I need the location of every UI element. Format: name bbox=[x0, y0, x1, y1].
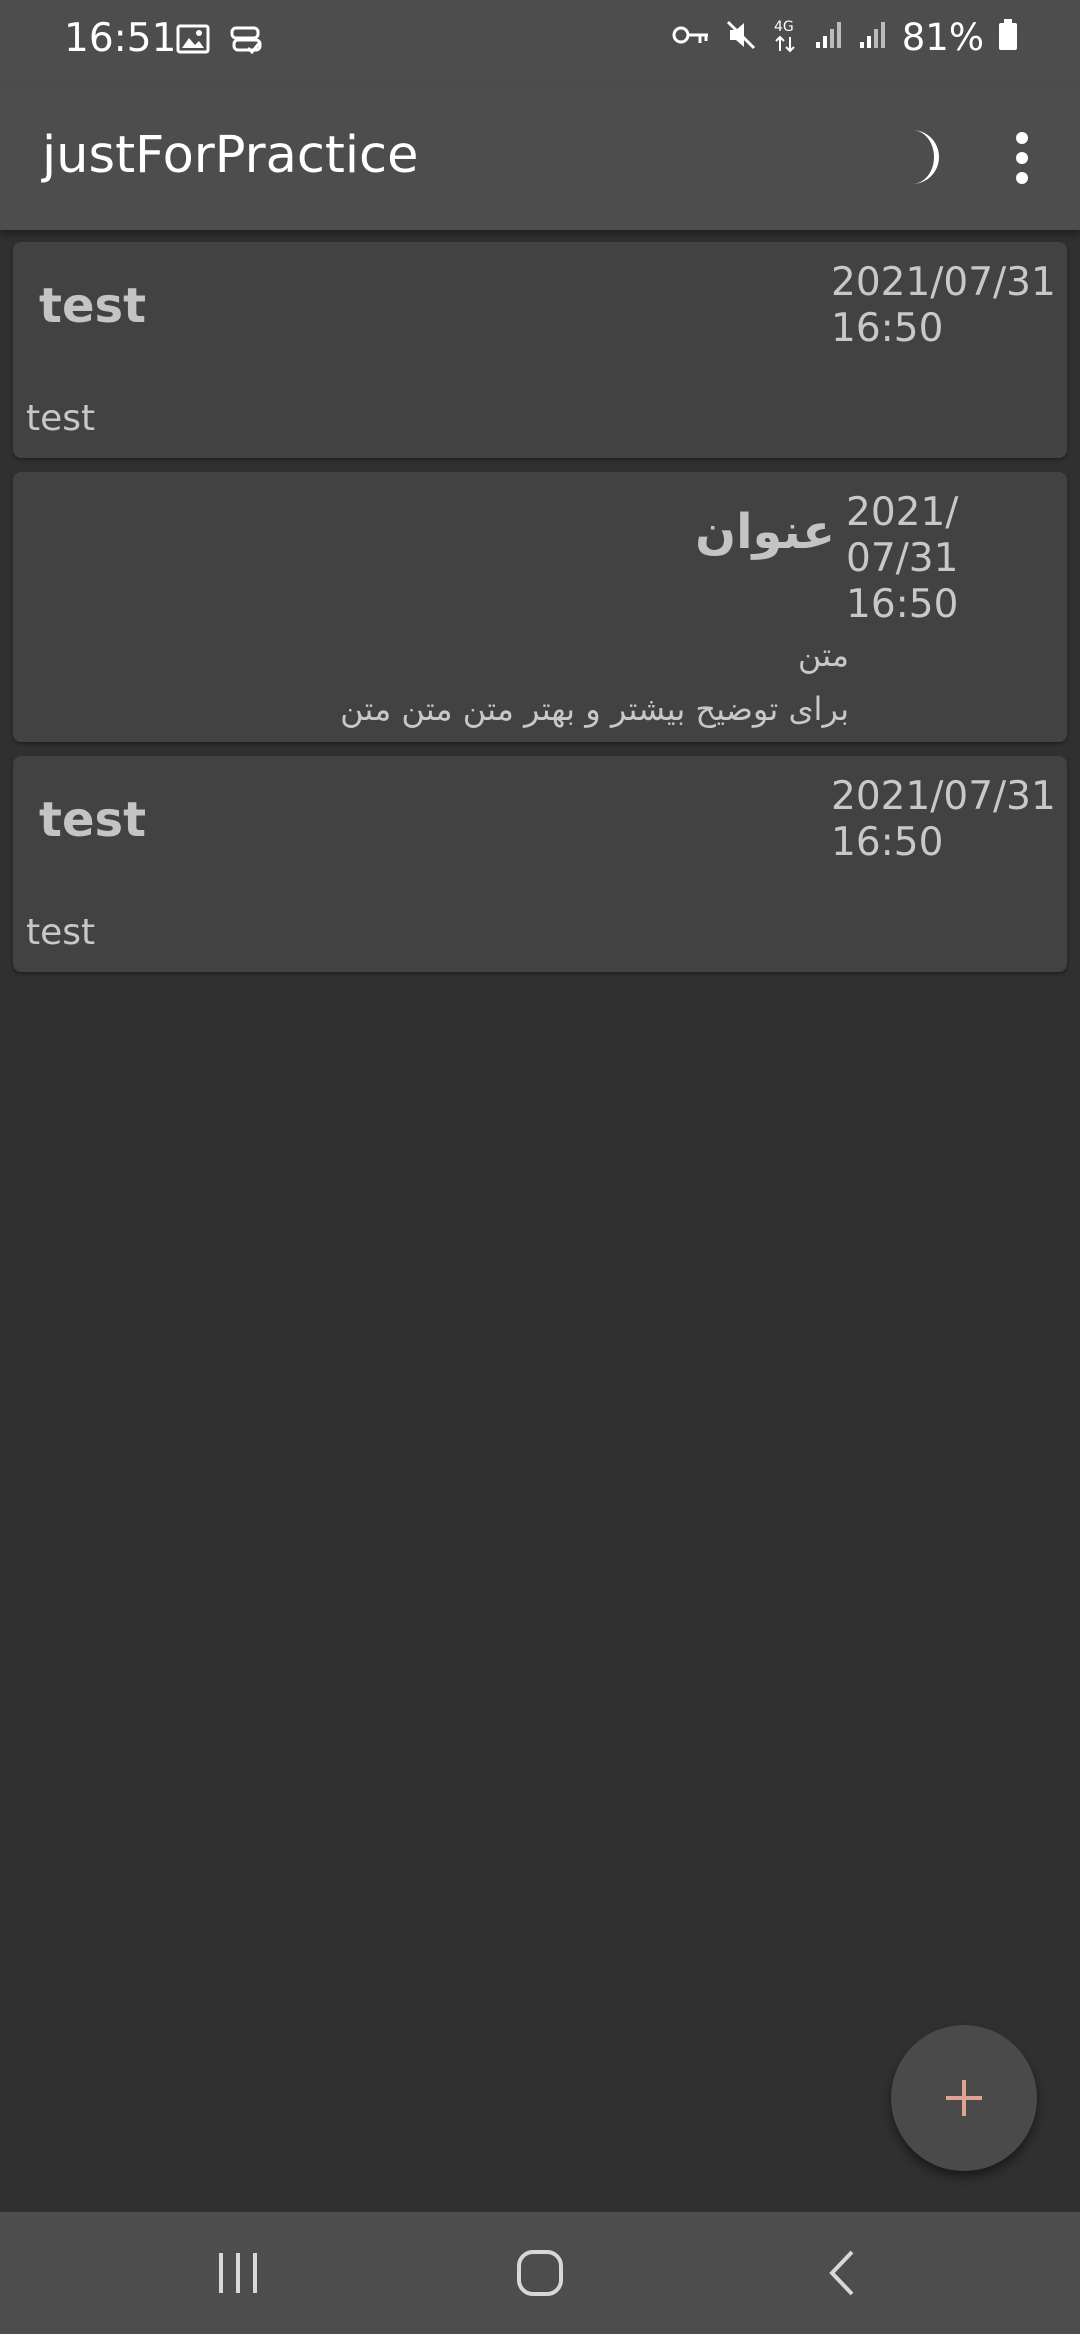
note-date: 2021/07/31 16:50 bbox=[831, 260, 1056, 351]
moon-icon bbox=[912, 130, 939, 184]
key-icon bbox=[672, 23, 710, 52]
note-card[interactable]: عنوان 2021/ 07/31 16:50 متن برای توضیح ب… bbox=[13, 472, 1067, 742]
note-title: test bbox=[39, 278, 147, 334]
home-icon bbox=[517, 2250, 563, 2296]
network-4g-icon: 4G bbox=[772, 17, 800, 58]
note-body-line: برای توضیح بیشتر و بهتر متن متن متن bbox=[340, 690, 849, 728]
note-body: test bbox=[26, 912, 96, 953]
back-button[interactable] bbox=[802, 2242, 882, 2304]
network-label: 4G bbox=[774, 19, 794, 35]
back-icon bbox=[829, 2250, 854, 2296]
battery-percentage: 81% bbox=[901, 16, 984, 59]
note-title: test bbox=[39, 792, 147, 848]
image-icon bbox=[176, 24, 210, 59]
plus-icon bbox=[946, 2080, 982, 2116]
note-body-line: متن bbox=[797, 636, 849, 674]
note-body: test bbox=[26, 398, 96, 439]
status-left-icons bbox=[176, 24, 264, 59]
status-bar: 16:51 4G 81% bbox=[0, 0, 1080, 84]
more-vert-icon bbox=[1016, 132, 1028, 184]
note-title: عنوان bbox=[695, 504, 835, 560]
navigation-bar bbox=[0, 2212, 1080, 2334]
recent-apps-button[interactable] bbox=[198, 2242, 278, 2304]
app-bar: justForPractice bbox=[0, 84, 1080, 230]
recent-apps-icon bbox=[219, 2253, 257, 2293]
note-body: متن برای توضیح بیشتر و بهتر متن متن متن bbox=[340, 628, 849, 736]
mute-icon bbox=[724, 18, 758, 57]
status-right: 4G 81% bbox=[672, 16, 1018, 59]
home-button[interactable] bbox=[500, 2242, 580, 2304]
notes-list: test 2021/07/31 16:50 test عنوان 2021/ 0… bbox=[13, 242, 1067, 986]
note-card[interactable]: test 2021/07/31 16:50 test bbox=[13, 756, 1067, 972]
signal-icon bbox=[814, 20, 844, 55]
note-date: 2021/07/31 16:50 bbox=[831, 774, 1056, 865]
battery-icon bbox=[998, 19, 1018, 56]
sync-icon bbox=[228, 24, 264, 59]
note-card[interactable]: test 2021/07/31 16:50 test bbox=[13, 242, 1067, 458]
note-date: 2021/ 07/31 16:50 bbox=[846, 490, 959, 627]
signal-icon bbox=[858, 20, 888, 55]
status-time: 16:51 bbox=[64, 16, 177, 61]
app-title: justForPractice bbox=[42, 126, 419, 185]
dark-mode-button[interactable] bbox=[886, 124, 952, 190]
more-options-button[interactable] bbox=[1000, 128, 1044, 188]
add-note-button[interactable] bbox=[891, 2025, 1037, 2171]
